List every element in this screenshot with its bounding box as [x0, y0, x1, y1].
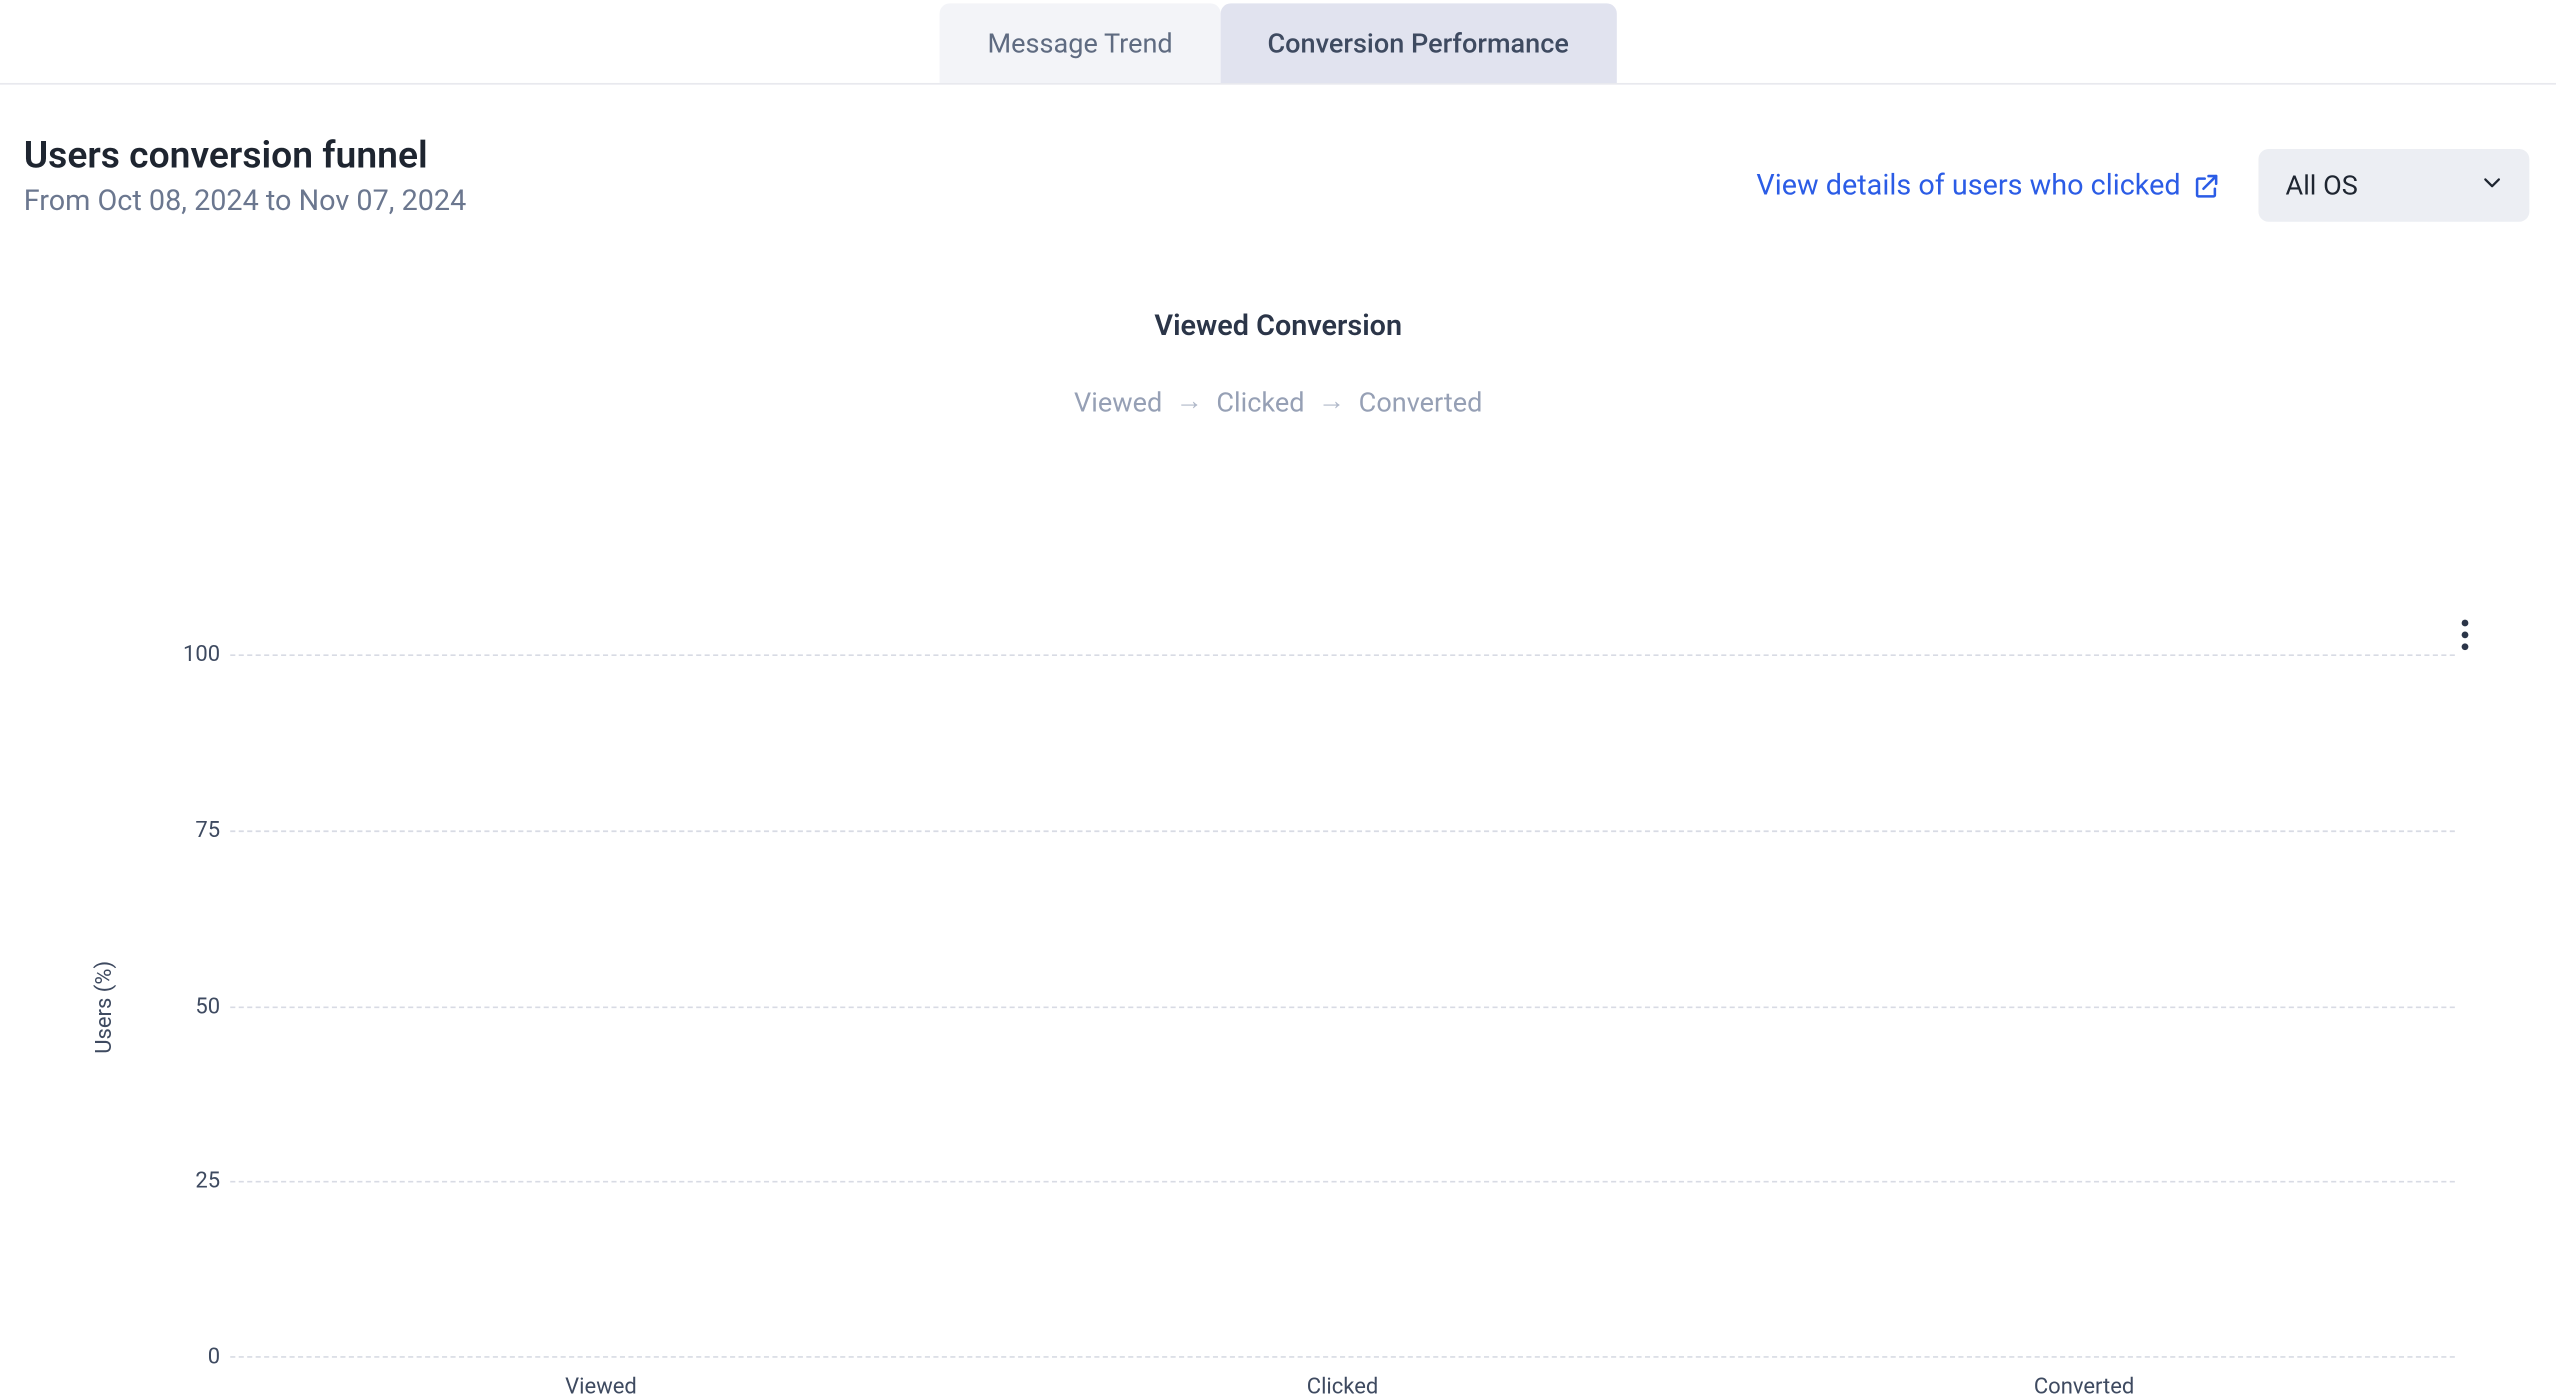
tab-message-trend[interactable]: Message Trend	[940, 3, 1220, 83]
arrow-right-icon: →	[1176, 384, 1203, 418]
os-filter-value: All OS	[2286, 169, 2358, 201]
header-actions: View details of users who clicked All OS	[1756, 135, 2532, 221]
y-axis-label: Users (%)	[92, 960, 117, 1053]
date-range: From Oct 08, 2024 to Nov 07, 2024	[24, 185, 467, 219]
page-title: Users conversion funnel	[24, 135, 467, 177]
x-tick: Converted	[1713, 1375, 2455, 1400]
funnel-step-clicked: Clicked	[1216, 385, 1304, 417]
bar-converted: 9.99% (548) Converted	[1713, 655, 2455, 1358]
chart-title: Viewed Conversion	[0, 310, 2556, 344]
y-tick: 0	[163, 1345, 221, 1370]
y-tick: 50	[163, 994, 221, 1019]
y-tick: 75	[163, 818, 221, 843]
funnel-step-viewed: Viewed	[1074, 385, 1162, 417]
plot-area: 100 75 50 25 0 100% (5,483) Viewed	[230, 655, 2455, 1358]
chart-subtitle: Viewed → Clicked → Converted	[0, 384, 2556, 418]
x-tick: Viewed	[230, 1375, 972, 1400]
chart-options-button[interactable]	[2448, 615, 2482, 656]
chart-plot: Users (%) 100 75 50 25 0	[34, 655, 2523, 1358]
title-block: Users conversion funnel From Oct 08, 202…	[24, 135, 467, 218]
arrow-right-icon: →	[1318, 384, 1345, 418]
tab-conversion-performance[interactable]: Conversion Performance	[1220, 3, 1616, 83]
bars-row: 100% (5,483) Viewed 26.96% (1,478) Click…	[230, 655, 2455, 1358]
bar-viewed: 100% (5,483) Viewed	[230, 655, 972, 1358]
external-link-icon	[2191, 170, 2221, 200]
header-row: Users conversion funnel From Oct 08, 202…	[0, 85, 2556, 222]
view-details-label: View details of users who clicked	[1756, 168, 2180, 202]
x-tick: Clicked	[972, 1375, 1714, 1400]
y-tick: 100	[163, 642, 221, 667]
view-details-link[interactable]: View details of users who clicked	[1756, 168, 2221, 202]
y-tick: 25	[163, 1169, 221, 1194]
os-filter-select[interactable]: All OS	[2258, 149, 2529, 222]
funnel-step-converted: Converted	[1359, 385, 1483, 417]
chevron-down-icon	[2479, 168, 2506, 202]
tabs-bar: Message Trend Conversion Performance	[0, 0, 2556, 85]
bar-clicked: 26.96% (1,478) Clicked	[972, 655, 1714, 1358]
